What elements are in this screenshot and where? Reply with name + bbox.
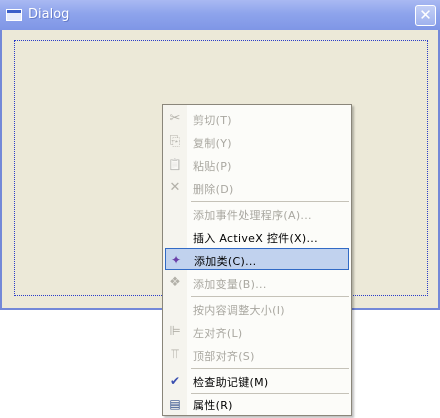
menu-item-label: 删除(D) [193,183,234,196]
menu-separator [191,201,349,202]
align-top-icon: ⫪ [171,347,179,362]
menu-item-add-class[interactable]: ✦ 添加类(C)... [165,248,349,270]
menu-item-size-to-content[interactable]: 按内容调整大小(I) [165,298,349,320]
menu-item-copy[interactable]: ⎘ 复制(Y) [165,131,349,153]
menu-item-align-left[interactable]: ⊫ 左对齐(L) [165,321,349,343]
paste-icon: 📋 [168,158,182,171]
menu-item-properties[interactable]: ▤ 属性(R) [165,393,349,415]
menu-item-paste[interactable]: 📋 粘贴(P) [165,154,349,176]
menu-item-label: 左对齐(L) [193,327,243,340]
add-variable-icon: ❖ [169,275,181,290]
window-title: Dialog [28,7,70,22]
menu-separator [191,368,349,369]
menu-item-label: 添加类(C)... [194,255,257,268]
menu-item-add-event-handler[interactable]: 添加事件处理程序(A)... [165,203,349,225]
menu-item-label: 顶部对齐(S) [193,350,255,363]
menu-item-label: 按内容调整大小(I) [193,304,285,317]
menu-item-label: 添加变量(B)... [193,278,267,291]
copy-icon: ⎘ [169,134,181,149]
context-menu: ✂ 剪切(T) ⎘ 复制(Y) 📋 粘贴(P) ✕ 删除(D) 添加事件处理程序… [162,104,352,416]
menu-item-delete[interactable]: ✕ 删除(D) [165,177,349,199]
window-icon [6,9,22,21]
check-mnemonics-icon: ✔ [169,374,181,388]
menu-separator [191,296,349,297]
menu-item-label: 添加事件处理程序(A)... [193,209,312,222]
menu-item-align-top[interactable]: ⫪ 顶部对齐(S) [165,344,349,366]
menu-item-label: 检查助记键(M) [193,376,269,389]
delete-icon: ✕ [169,180,181,195]
scissors-icon: ✂ [169,111,181,126]
close-button[interactable]: ✕ [415,5,436,26]
menu-item-insert-activex[interactable]: 插入 ActiveX 控件(X)... [165,226,349,248]
menu-item-label: 粘贴(P) [193,160,232,173]
menu-item-check-mnemonics[interactable]: ✔ 检查助记键(M) [165,370,349,392]
menu-item-add-variable[interactable]: ❖ 添加变量(B)... [165,272,349,294]
title-bar[interactable]: Dialog ✕ [0,0,440,30]
properties-icon: ▤ [169,397,181,411]
menu-item-label: 插入 ActiveX 控件(X)... [193,232,318,245]
menu-item-cut[interactable]: ✂ 剪切(T) [165,108,349,130]
menu-item-label: 属性(R) [193,399,233,412]
add-class-icon: ✦ [170,253,182,267]
align-left-icon: ⊫ [169,324,181,339]
menu-item-label: 剪切(T) [193,114,232,127]
menu-item-label: 复制(Y) [193,137,232,150]
